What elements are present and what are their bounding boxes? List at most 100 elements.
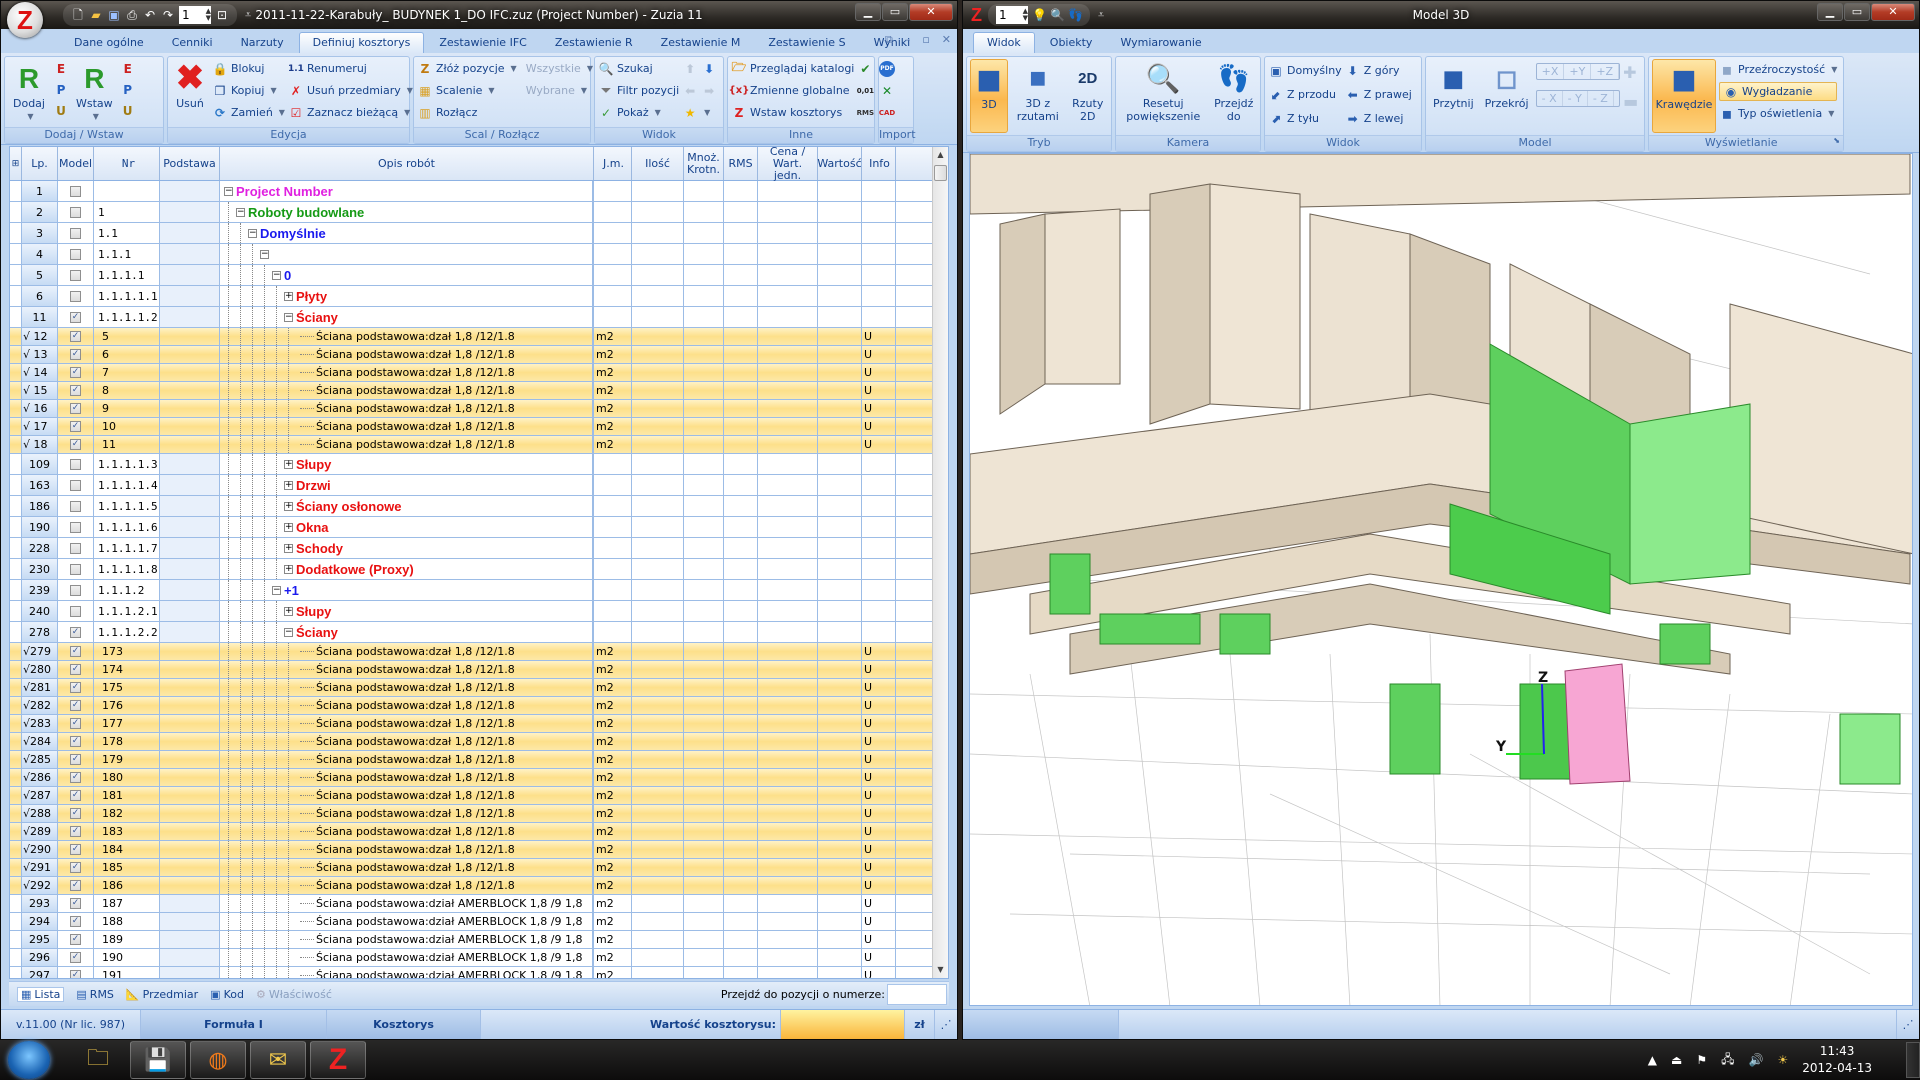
arrow-up-icon[interactable]: ⬆ xyxy=(682,61,698,77)
filtr-pozycji-button[interactable]: ⏷ Filtr pozycji xyxy=(598,81,679,100)
verify-button[interactable]: ✔ xyxy=(857,59,873,78)
collapse-icon[interactable]: − xyxy=(236,207,245,217)
view-front-button[interactable]: ⬋ Z przodu xyxy=(1268,85,1342,104)
wstaw-kosztorys-button[interactable]: Z Wstaw kosztorys xyxy=(731,103,854,122)
zamien-button[interactable]: ⟳ Zamień ▼ xyxy=(212,103,285,122)
section-button[interactable]: ◻ Przekrój xyxy=(1481,59,1533,133)
table-row[interactable]: 190 1.1.1.1.6 + Okna xyxy=(10,517,948,538)
table-row[interactable]: √286 ✓ 180 Ściana podstawowa:dzał 1,8 /12/1… xyxy=(10,769,948,787)
transparency-button[interactable]: ◼ Przeźroczystość ▼ xyxy=(1719,60,1837,79)
model-checkbox[interactable] xyxy=(70,290,81,302)
model-checkbox[interactable] xyxy=(70,227,81,239)
import-pdf-button[interactable]: PDF xyxy=(879,59,895,78)
model-checkbox[interactable] xyxy=(70,479,81,491)
row-selector[interactable] xyxy=(10,877,22,894)
usun-przedmiary-button[interactable]: ✗ Usuń przedmiary ▼ xyxy=(288,81,413,100)
collapse-icon[interactable]: − xyxy=(272,270,281,280)
model-checkbox[interactable]: ✓ xyxy=(70,367,81,378)
3d-viewport[interactable]: Y Z xyxy=(969,153,1913,1006)
table-row[interactable]: √291 ✓ 185 Ściana podstawowa:dzał 1,8 /12/1… xyxy=(10,859,948,877)
tab-narzuty[interactable]: Narzuty xyxy=(228,33,297,53)
plus-axis-2-button[interactable]: +Z xyxy=(1591,64,1620,79)
resize-grip-icon[interactable]: ⋰ xyxy=(935,1010,957,1039)
expand-icon[interactable]: + xyxy=(284,291,293,301)
row-selector[interactable] xyxy=(10,733,22,750)
model-checkbox[interactable]: ✓ xyxy=(70,646,81,657)
view-toggle-icon[interactable]: ⊡ xyxy=(215,8,229,22)
column-header-rms[interactable]: RMS xyxy=(724,147,758,180)
column-header-wart[interactable]: Wartość xyxy=(817,147,862,180)
undo-icon[interactable]: ↶ xyxy=(143,8,157,22)
table-row[interactable]: √289 ✓ 183 Ściana podstawowa:dzał 1,8 /12/1… xyxy=(10,823,948,841)
table-row[interactable]: 163 1.1.1.1.4 + Drzwi xyxy=(10,475,948,496)
model-checkbox[interactable] xyxy=(70,563,81,575)
minus-axis-0-button[interactable]: - X xyxy=(1537,91,1563,106)
row-selector[interactable] xyxy=(10,679,22,696)
row-selector[interactable] xyxy=(10,913,22,930)
mdi-minimize-icon[interactable]: – xyxy=(905,33,911,47)
rozlacz-button[interactable]: ▥ Rozłącz xyxy=(417,103,517,122)
table-row[interactable]: 2 1 − Roboty budowlane xyxy=(10,202,948,223)
spinner-arrows-icon[interactable]: ▲ ▼ xyxy=(1023,8,1028,22)
table-row[interactable]: √ 18 ✓ 11 Ściana podstawowa:dzał 1,8 /12/1.… xyxy=(10,436,948,454)
mdi-maximize-icon[interactable]: ▫ xyxy=(922,33,929,47)
table-row[interactable]: 297 ✓ 191 Ściana podstawowa:dział AMERBLOCK… xyxy=(10,967,948,978)
add-u-button[interactable]: U xyxy=(53,101,69,120)
row-selector[interactable] xyxy=(10,496,22,516)
table-row[interactable]: √ 12 ✓ 5 Ściana podstawowa:dzał 1,8 /12/1.8… xyxy=(10,328,948,346)
table-row[interactable]: 6 1.1.1.1.1 + Płyty xyxy=(10,286,948,307)
reset-zoom-button[interactable]: 🔍 Resetuj powiększenie xyxy=(1119,59,1208,133)
view-right-button[interactable]: ⬅ Z prawej xyxy=(1345,85,1412,104)
column-header-cena[interactable]: Cena / Wart. jedn. xyxy=(758,147,818,181)
view-default-button[interactable]: ▣ Domyślny xyxy=(1268,61,1341,80)
app-menu-button[interactable]: Z xyxy=(7,2,43,38)
weather-icon[interactable]: ☀ xyxy=(1777,1053,1788,1067)
maximize-button[interactable]: ▭ xyxy=(1844,3,1870,21)
table-row[interactable]: √280 ✓ 174 Ściana podstawowa:dzał 1,8 /12/1… xyxy=(10,661,948,679)
column-header-info[interactable]: Info xyxy=(862,147,896,180)
column-chooser-icon[interactable]: ⊞ xyxy=(10,147,22,180)
table-row[interactable]: √282 ✓ 176 Ściana podstawowa:dzał 1,8 /12/1… xyxy=(10,697,948,715)
table-row[interactable]: 278 ✓ 1.1.1.2.2 − Ściany xyxy=(10,622,948,643)
row-selector[interactable] xyxy=(10,715,22,732)
table-row[interactable]: √292 ✓ 186 Ściana podstawowa:dzał 1,8 /12/1… xyxy=(10,877,948,895)
expand-icon[interactable]: + xyxy=(284,522,293,532)
expand-icon[interactable]: + xyxy=(284,480,293,490)
table-row[interactable]: 294 ✓ 188 Ściana podstawowa:dział AMERBLOCK… xyxy=(10,913,948,931)
column-header-lp[interactable]: Lp. xyxy=(22,147,58,180)
table-row[interactable]: 109 1.1.1.1.3 + Słupy xyxy=(10,454,948,475)
wybrane-button[interactable]: Wybrane ▼ xyxy=(526,81,593,100)
tab-zestawienie-r[interactable]: Zestawienie R xyxy=(542,33,646,53)
lighting-type-button[interactable]: ◼ Typ oświetlenia ▼ xyxy=(1719,104,1837,123)
dodaj-button[interactable]: R Dodaj ▼ xyxy=(8,59,50,125)
kopiuj-button[interactable]: ❐ Kopiuj ▼ xyxy=(212,81,285,100)
clock[interactable]: 11:43 2012-04-13 xyxy=(1802,1043,1872,1077)
model-checkbox[interactable]: ✓ xyxy=(70,682,81,693)
save-icon[interactable]: ▣ xyxy=(107,8,121,22)
row-selector[interactable] xyxy=(10,265,22,285)
tab-zestawienie-m[interactable]: Zestawienie M xyxy=(648,33,754,53)
smoothing-button[interactable]: ◉ Wygładzanie xyxy=(1719,82,1838,101)
model-checkbox[interactable] xyxy=(70,458,81,470)
insert-p-button[interactable]: P xyxy=(120,80,136,99)
model-checkbox[interactable]: ✓ xyxy=(70,916,81,927)
column-header-ilosc[interactable]: Ilość xyxy=(632,147,684,180)
rms-insert-button[interactable]: RMS xyxy=(857,103,874,122)
model-checkbox[interactable]: ✓ xyxy=(70,754,81,765)
spinner-arrows-icon[interactable]: ▲ ▼ xyxy=(206,8,211,22)
row-selector[interactable] xyxy=(10,328,22,345)
table-row[interactable]: √290 ✓ 184 Ściana podstawowa:dzał 1,8 /12/1… xyxy=(10,841,948,859)
zoom-icon[interactable]: 🔍 xyxy=(1050,8,1065,22)
taskbar-firefox[interactable]: ◍ xyxy=(190,1041,246,1079)
model-checkbox[interactable] xyxy=(70,185,81,197)
show-desktop-button[interactable] xyxy=(1906,1042,1920,1078)
row-selector[interactable] xyxy=(10,436,22,453)
model-checkbox[interactable]: ✓ xyxy=(70,772,81,783)
pokaz-button[interactable]: ✓ Pokaż ▼ xyxy=(598,103,679,122)
tab-widok[interactable]: Widok xyxy=(973,32,1035,53)
import-cad-button[interactable]: CAD xyxy=(879,103,895,122)
clip-button[interactable]: ◼ Przytnij xyxy=(1429,59,1478,133)
model-checkbox[interactable] xyxy=(70,521,81,533)
row-selector[interactable] xyxy=(10,859,22,876)
plus-axis-0-button[interactable]: +X xyxy=(1537,64,1565,79)
